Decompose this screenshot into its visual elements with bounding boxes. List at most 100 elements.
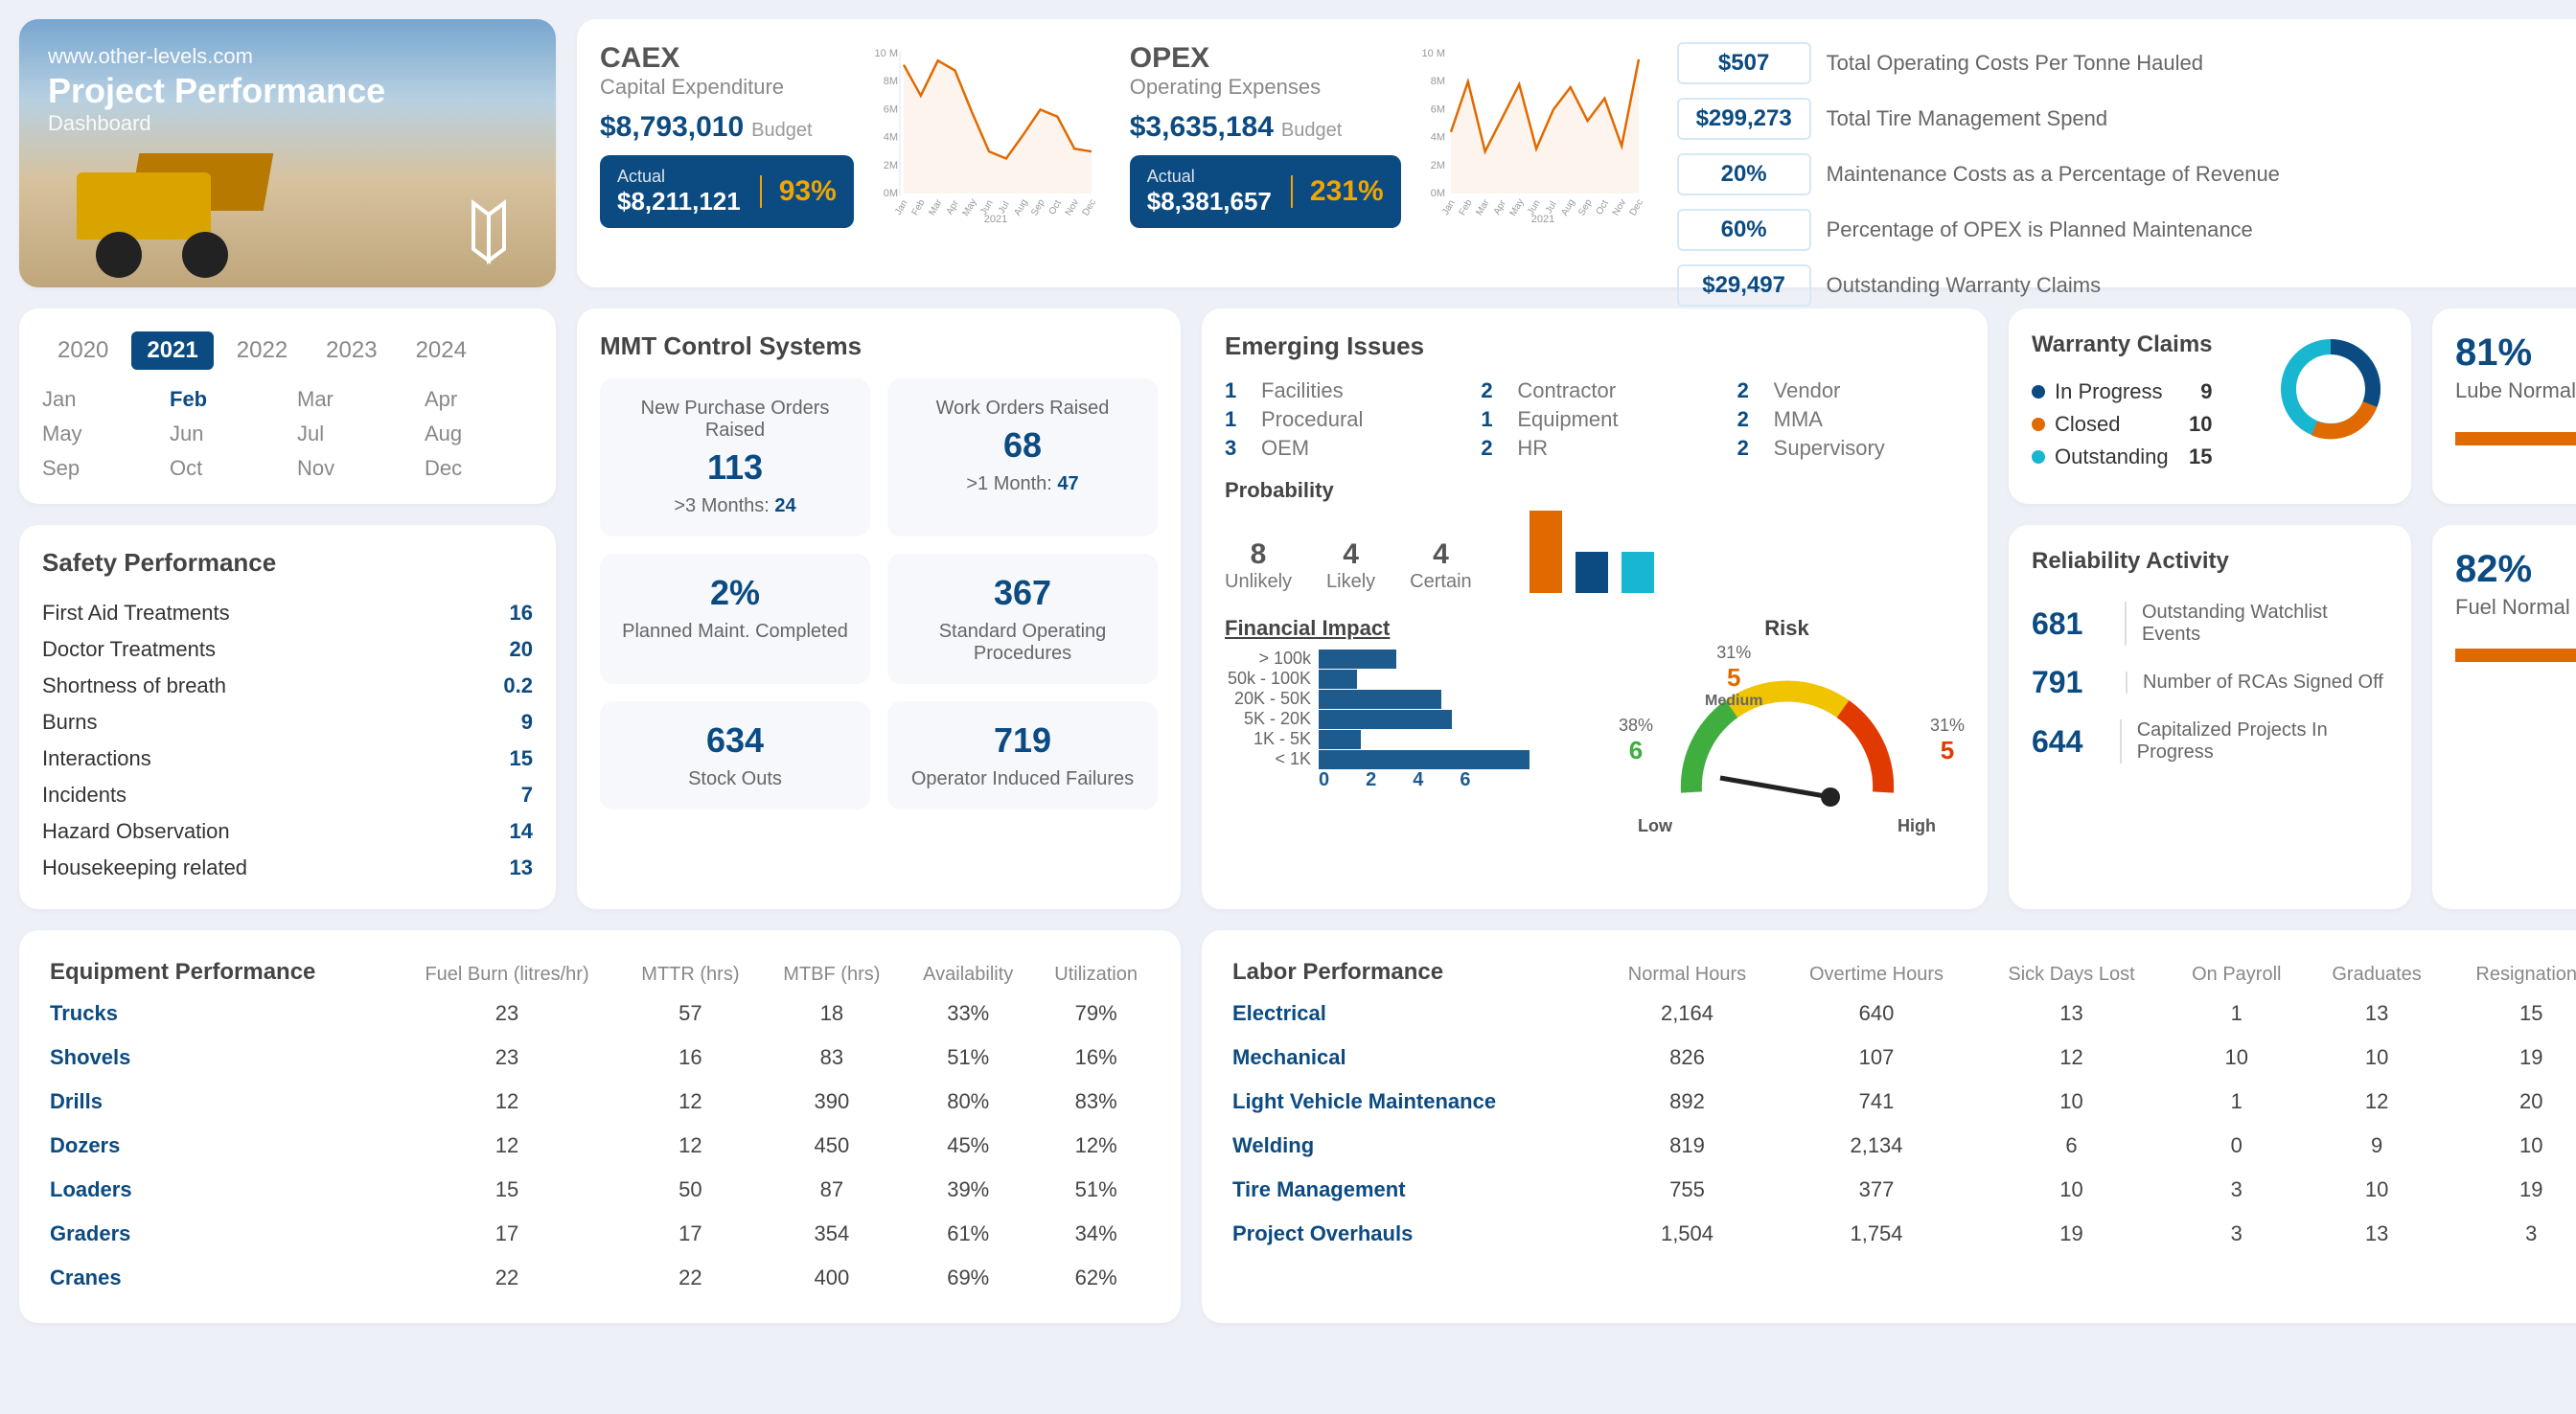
- metric-value: 20%: [1677, 153, 1811, 195]
- fi-bar: [1319, 710, 1452, 729]
- svg-text:Mar: Mar: [1474, 197, 1491, 217]
- fi-bar: [1319, 690, 1441, 709]
- svg-text:Apr: Apr: [1491, 198, 1508, 217]
- svg-text:May: May: [960, 197, 978, 218]
- caex-actual: $8,211,121: [617, 187, 741, 217]
- svg-text:2021: 2021: [984, 214, 1007, 224]
- month-dec[interactable]: Dec: [425, 456, 533, 481]
- fi-bar: [1319, 670, 1357, 689]
- month-sep[interactable]: Sep: [42, 456, 150, 481]
- table-row: Mechanical826107121010196: [1225, 1036, 2576, 1080]
- month-may[interactable]: May: [42, 422, 150, 446]
- reliability-card: Reliability Activity 681Outstanding Watc…: [2009, 525, 2411, 909]
- month-aug[interactable]: Aug: [425, 422, 533, 446]
- safety-card: Safety Performance First Aid Treatments1…: [19, 525, 556, 909]
- mmt-card: MMT Control Systems New Purchase Orders …: [577, 308, 1181, 909]
- fi-bar: [1319, 750, 1530, 769]
- warranty-card: Warranty Claims In Progress9Closed10Outs…: [2009, 308, 2411, 504]
- prob-bar: [1576, 552, 1608, 593]
- caex-pct: 93%: [760, 175, 837, 208]
- svg-text:Feb: Feb: [909, 197, 927, 217]
- header-tile: www.other-levels.com Project Performance…: [19, 19, 556, 287]
- year-2024[interactable]: 2024: [401, 331, 482, 370]
- svg-text:8M: 8M: [883, 76, 897, 87]
- svg-text:Aug: Aug: [1559, 197, 1576, 217]
- table-row: Cranes222240069%62%: [42, 1256, 1158, 1300]
- table-row: Light Vehicle Maintenance892741101122016: [1225, 1080, 2576, 1124]
- metric-label: Outstanding Warranty Claims: [1827, 273, 2102, 298]
- mmt-box: New Purchase Orders Raised113>3 Months: …: [600, 378, 870, 536]
- opex-code: OPEX: [1130, 42, 1401, 75]
- metric-label: Total Tire Management Spend: [1827, 106, 2108, 131]
- year-2020[interactable]: 2020: [42, 331, 124, 370]
- svg-text:Apr: Apr: [944, 198, 961, 217]
- table-row: Drills121239080%83%: [42, 1080, 1158, 1124]
- svg-text:4M: 4M: [883, 132, 897, 144]
- labor-table-card: Labor PerformanceNormal HoursOvertime Ho…: [1202, 930, 2576, 1323]
- table-row: Shovels23168351%16%: [42, 1036, 1158, 1080]
- svg-text:Oct: Oct: [1046, 198, 1063, 217]
- prob-bar: [1530, 511, 1562, 593]
- svg-text:Jan: Jan: [893, 198, 910, 217]
- header-site: www.other-levels.com: [48, 44, 527, 69]
- svg-text:Oct: Oct: [1594, 198, 1610, 217]
- metric-label: Total Operating Costs Per Tonne Hauled: [1827, 51, 2203, 76]
- opex-name: Operating Expenses: [1130, 75, 1401, 100]
- metric-label: Percentage of OPEX is Planned Maintenanc…: [1827, 217, 2253, 242]
- month-mar[interactable]: Mar: [297, 387, 405, 412]
- year-2021[interactable]: 2021: [131, 331, 213, 370]
- month-jul[interactable]: Jul: [297, 422, 405, 446]
- table-row: Trucks23571833%79%: [42, 992, 1158, 1036]
- mmt-box: 2%Planned Maint. Completed: [600, 554, 870, 684]
- table-row: Project Overhauls1,5041,7541931339: [1225, 1212, 2576, 1256]
- kpi-strip: CAEX Capital Expenditure $8,793,010Budge…: [577, 19, 2576, 287]
- svg-text:Dec: Dec: [1080, 197, 1097, 217]
- fuel-card: 82% Fuel Normal Sample Deviation 100%: [2432, 525, 2576, 909]
- metric-value: $29,497: [1677, 264, 1811, 307]
- equipment-table-card: Equipment PerformanceFuel Burn (litres/h…: [19, 930, 1181, 1323]
- svg-text:Nov: Nov: [1610, 197, 1627, 217]
- svg-text:Feb: Feb: [1457, 197, 1474, 217]
- mmt-box: 367Standard Operating Procedures: [887, 554, 1158, 684]
- svg-text:2021: 2021: [1530, 214, 1553, 224]
- svg-text:2M: 2M: [1430, 160, 1444, 171]
- table-row: Electrical2,164640131131515: [1225, 992, 2576, 1036]
- opex-sparkline: 10 M8M6M4M2M0M JanFebMarAprMayJunJulAugS…: [1418, 42, 1648, 224]
- svg-text:Mar: Mar: [927, 197, 944, 217]
- svg-text:Sep: Sep: [1576, 197, 1595, 217]
- date-picker: 20202021202220232024 Jan Feb Mar Apr May Jun J…: [19, 308, 556, 504]
- opex-pct: 231%: [1291, 175, 1384, 208]
- svg-text:10 M: 10 M: [1421, 48, 1444, 59]
- metric-label: Maintenance Costs as a Percentage of Rev…: [1827, 162, 2280, 187]
- month-apr[interactable]: Apr: [425, 387, 533, 412]
- caex-sparkline: 10 M8M6M4M2M0M JanFebMarAprMayJunJulAugS…: [871, 42, 1101, 224]
- svg-text:0M: 0M: [1430, 188, 1444, 199]
- svg-text:May: May: [1507, 197, 1526, 218]
- svg-text:6M: 6M: [1430, 103, 1444, 115]
- lube-card: 81% Lube Normal Sample Deviation 100%: [2432, 308, 2576, 504]
- month-jun[interactable]: Jun: [170, 422, 278, 446]
- month-feb[interactable]: Feb: [170, 387, 278, 412]
- emerging-issues-card: Emerging Issues 1Facilities2Contractor2V…: [1202, 308, 1988, 909]
- metric-value: 60%: [1677, 209, 1811, 251]
- svg-text:Dec: Dec: [1627, 197, 1644, 217]
- risk-gauge: 38% 6 31% 5 Medium 31% 5 Low High: [1609, 649, 1965, 836]
- caex-code: CAEX: [600, 42, 854, 75]
- opex-budget: $3,635,184: [1130, 111, 1274, 143]
- opex-block: OPEX Operating Expenses $3,635,184Budget…: [1130, 42, 1648, 264]
- month-jan[interactable]: Jan: [42, 387, 150, 412]
- metric-list: $507 Total Operating Costs Per Tonne Haul…: [1677, 42, 2566, 264]
- svg-text:Jan: Jan: [1440, 198, 1458, 217]
- year-2023[interactable]: 2023: [310, 331, 392, 370]
- svg-text:0M: 0M: [883, 188, 897, 199]
- table-row: Loaders15508739%51%: [42, 1168, 1158, 1212]
- opex-actual: $8,381,657: [1147, 187, 1272, 217]
- svg-text:Nov: Nov: [1064, 197, 1081, 217]
- svg-text:10 M: 10 M: [874, 48, 897, 59]
- page-title: Project Performance: [48, 71, 527, 111]
- metric-value: $507: [1677, 42, 1811, 84]
- month-oct[interactable]: Oct: [170, 456, 278, 481]
- year-2022[interactable]: 2022: [221, 331, 303, 370]
- month-nov[interactable]: Nov: [297, 456, 405, 481]
- table-row: Dozers121245045%12%: [42, 1124, 1158, 1168]
